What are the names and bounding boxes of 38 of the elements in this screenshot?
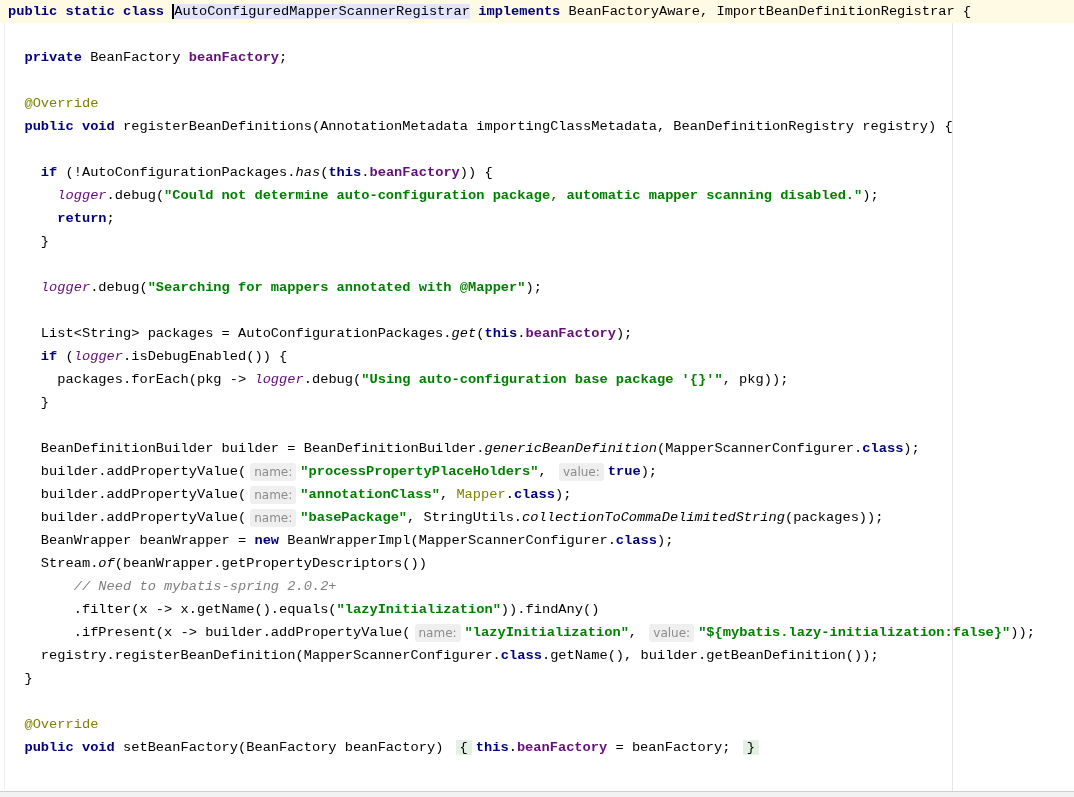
code-text: "${mybatis.lazy-initialization:false}")); xyxy=(698,624,1035,642)
code-text: return; xyxy=(57,210,115,228)
code-text: logger.debug("Searching for mappers annotated with @Mapper"); xyxy=(40,279,542,297)
code-text: packages.forEach(pkg -> logger.debug("Using auto-configuration base package '{}'", pkg)); xyxy=(57,371,789,389)
parameter-hint: value: xyxy=(558,462,604,481)
parameter-hint: name: xyxy=(250,462,297,481)
code-text: if (logger.isDebugEnabled()) { xyxy=(40,348,288,366)
code-text: logger.debug("Could not determine auto-configuration package, automatic mapper scanning disabled."); xyxy=(57,187,879,205)
code-text: builder.addPropertyValue( xyxy=(40,486,247,504)
code-text: // Need to mybatis-spring 2.0.2+ xyxy=(73,578,337,596)
code-text: @Override xyxy=(24,716,99,734)
code-text: "lazyInitialization", xyxy=(464,624,639,642)
code-text: if (!AutoConfigurationPackages.has(this.beanFactory)) { xyxy=(40,164,493,182)
parameter-hint: name: xyxy=(414,623,461,642)
parameter-hint: name: xyxy=(250,508,297,527)
code-text: public void setBeanFactory(BeanFactory beanFactory) { this.beanFactory = beanFactory; } xyxy=(24,736,763,759)
code-text: private BeanFactory beanFactory; xyxy=(24,49,288,67)
code-text: "annotationClass", Mapper.class); xyxy=(300,486,572,504)
code-text: BeanDefinitionBuilder builder = BeanDefinitionBuilder.genericBeanDefinition(MapperScannerConfigurer.class); xyxy=(40,440,920,458)
code-text: builder.addPropertyValue( xyxy=(40,509,247,527)
code-text: true); xyxy=(607,463,658,481)
code-text: .ifPresent(x -> builder.addPropertyValue( xyxy=(73,624,411,642)
code-text: Stream.of(beanWrapper.getPropertyDescriptors()) xyxy=(40,555,427,573)
code-text: @Override xyxy=(24,95,99,113)
code-text: public void registerBeanDefinitions(AnnotationMetadata importingClassMetadata, BeanDefinitionRegistry registry) { xyxy=(24,118,953,136)
code-text: public static class AutoConfiguredMapperScannerRegistrar implements BeanFactoryAware, ImportBeanDefinitionRegistrar { xyxy=(8,3,972,21)
code-text: } xyxy=(40,233,50,251)
code-text: "basePackage", StringUtils.collectionToCommaDelimitedString(packages)); xyxy=(300,509,884,527)
code-text: registry.registerBeanDefinition(MapperScannerConfigurer.class.getName(), builder.getBeanDefinition()); xyxy=(40,647,879,665)
code-text: List<String> packages = AutoConfigurationPackages.get(this.beanFactory); xyxy=(40,325,633,343)
code-text: .filter(x -> x.getName().equals("lazyInitialization")).findAny() xyxy=(73,601,600,619)
parameter-hint: value: xyxy=(649,623,695,642)
parameter-hint: name: xyxy=(250,485,297,504)
code-text: BeanWrapper beanWrapper = new BeanWrapperImpl(MapperScannerConfigurer.class); xyxy=(40,532,674,550)
code-text: } xyxy=(24,670,33,688)
code-text: "processPropertyPlaceHolders", xyxy=(300,463,548,481)
code-text: } xyxy=(40,394,50,412)
code-text: builder.addPropertyValue( xyxy=(40,463,247,481)
